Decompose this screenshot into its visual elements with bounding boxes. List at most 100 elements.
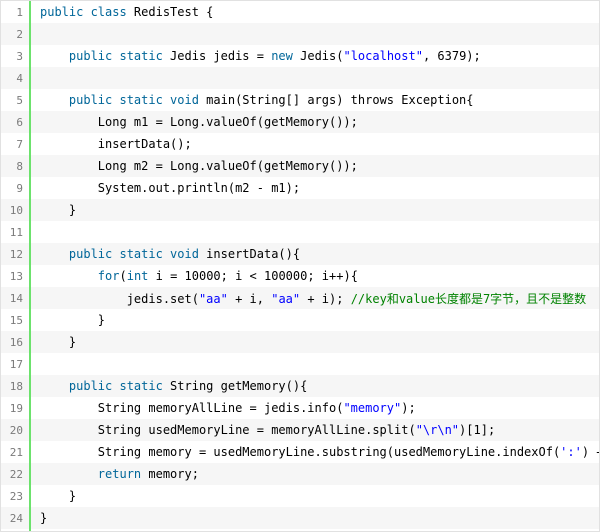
line-number: 1 [16,5,23,19]
code-line: 20 String usedMemoryLine = memoryAllLine… [1,419,599,441]
code-line: 19 String memoryAllLine = jedis.info("me… [1,397,599,419]
code-token: ( [119,269,127,283]
line-number: 2 [16,27,23,41]
code-line: 10 } [1,199,599,221]
code-text: String usedMemoryLine = memoryAllLine.sp… [29,423,599,437]
code-token: + i); [300,291,351,306]
keyword-token: int [126,269,149,283]
code-line: 6 Long m1 = Long.valueOf(getMemory()); [1,111,599,133]
code-text: for(int i = 10000; i < 100000; i++){ [29,269,599,283]
line-number: 20 [9,423,23,437]
code-text: } [29,313,599,327]
line-number: 16 [9,335,23,349]
code-line: 8 Long m2 = Long.valueOf(getMemory()); [1,155,599,177]
code-token: } [40,511,48,525]
code-line: 7 insertData(); [1,133,599,155]
line-number: 13 [9,269,23,283]
line-number: 10 [9,203,23,217]
code-text: insertData(); [29,137,599,151]
code-line: 18 public static String getMemory(){ [1,375,599,397]
line-number: 3 [16,49,23,63]
code-token: } [40,335,77,349]
keyword-token: public static void [68,247,199,261]
code-token: + i, [227,291,272,306]
code-token: RedisTest { [126,5,214,19]
code-token: insertData(){ [198,247,301,261]
code-token: String usedMemoryLine = memoryAllLine.sp… [40,423,416,437]
keyword-token: for [97,269,120,283]
code-token: System.out.println(m2 - m1); [40,181,301,195]
code-line: 17 [1,353,599,375]
string-token: "memory" [343,401,402,415]
code-line: 13 for(int i = 10000; i < 100000; i++){ [1,265,599,287]
code-line: 16 } [1,331,599,353]
code-line: 3 public static Jedis jedis = new Jedis(… [1,45,599,67]
code-token: Long m1 = Long.valueOf(getMemory()); [40,115,358,129]
code-line: 23 } [1,485,599,507]
code-text: public static Jedis jedis = new Jedis("l… [29,49,599,63]
code-token: String memoryAllLine = jedis.info( [40,401,344,415]
line-number: 17 [9,357,23,371]
line-number: 14 [9,291,23,305]
line-number: 24 [9,511,23,525]
code-line: 5 public static void main(String[] args)… [1,89,599,111]
code-line: 12 public static void insertData(){ [1,243,599,265]
line-number: 8 [16,159,23,173]
line-number: 21 [9,445,23,459]
code-token: insertData(); [40,137,192,151]
code-text: } [29,203,599,217]
line-number: 4 [16,71,23,85]
keyword-token: public static [68,379,163,393]
code-line: 4 [1,67,599,89]
line-number: 7 [16,137,23,151]
code-token: i = 10000; i < 100000; i++){ [148,269,358,283]
code-text: } [29,335,599,349]
code-text: public static void insertData(){ [29,247,599,261]
code-text: } [29,489,599,503]
line-number: 6 [16,115,23,129]
code-token: jedis.set( [40,291,199,306]
code-token: } [40,489,77,503]
code-token: String memory = usedMemoryLine.substring… [40,445,561,459]
line-number: 9 [16,181,23,195]
code-text: System.out.println(m2 - m1); [29,181,599,195]
code-block: 1 public class RedisTest {2 3 public stati… [0,0,600,532]
code-token: Jedis( [292,49,344,63]
code-line: 14 jedis.set("aa" + i, "aa" + i); //key和… [1,287,599,309]
code-token: } [40,203,77,217]
keyword-token: return [97,467,142,481]
code-text: String memory = usedMemoryLine.substring… [29,445,599,459]
code-line: 2 [1,23,599,45]
code-text: public static String getMemory(){ [29,379,599,393]
line-number: 22 [9,467,23,481]
gutter-divider [29,1,31,531]
line-number: 23 [9,489,23,503]
keyword-token: public class [40,5,127,19]
code-text: } [29,511,599,525]
code-text: Long m2 = Long.valueOf(getMemory()); [29,159,599,173]
code-token: ); [401,401,416,415]
code-token: Jedis jedis = [162,49,272,63]
code-token: Long m2 = Long.valueOf(getMemory()); [40,159,358,173]
code-token: , 6379); [422,49,481,63]
keyword-token: new [271,49,293,63]
code-text: public static void main(String[] args) t… [29,93,599,107]
code-line: 24} [1,507,599,529]
line-number: 18 [9,379,23,393]
code-text: Long m1 = Long.valueOf(getMemory()); [29,115,599,129]
code-text: String memoryAllLine = jedis.info("memor… [29,401,599,415]
line-number: 15 [9,313,23,327]
line-number: 5 [16,93,23,107]
string-token: ':' [560,445,582,459]
code-text: return memory; [29,467,599,481]
string-token: "localhost" [343,49,423,63]
code-token: memory; [141,467,199,481]
comment-token: //key和value长度都是7字节，且不是整数 [350,291,587,306]
code-line: 11 [1,221,599,243]
keyword-token: public static [68,49,163,63]
string-token: "aa" [198,291,228,306]
